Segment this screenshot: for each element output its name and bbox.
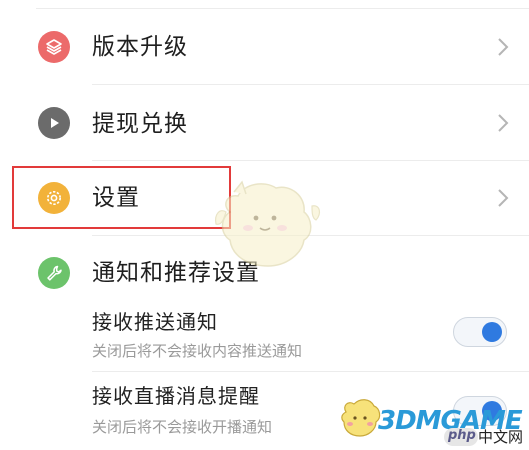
chevron-right-icon — [498, 38, 509, 56]
menu-item-label: 版本升级 — [92, 34, 188, 60]
setting-push-notification: 接收推送通知 关闭后将不会接收内容推送通知 — [0, 300, 529, 370]
chevron-right-icon — [498, 114, 509, 132]
menu-item-label: 提现兑换 — [92, 111, 188, 137]
menu-item-withdraw-exchange[interactable]: 提现兑换 — [0, 86, 529, 160]
setting-title: 接收直播消息提醒 — [92, 384, 260, 408]
play-icon — [38, 107, 70, 139]
menu-item-version-upgrade[interactable]: 版本升级 — [0, 10, 529, 84]
setting-description: 关闭后将不会接收开播通知 — [92, 418, 273, 436]
wrench-icon — [38, 257, 70, 289]
watermark-site: 中文网 — [478, 428, 524, 446]
layers-icon — [38, 31, 70, 63]
setting-description: 关闭后将不会接收内容推送通知 — [92, 342, 303, 360]
divider — [92, 371, 529, 372]
settings-highlight-box — [12, 166, 231, 229]
mascot-watermark — [215, 180, 321, 267]
toggle-knob — [482, 322, 502, 342]
divider — [92, 84, 529, 85]
divider — [92, 160, 529, 161]
push-notification-toggle[interactable] — [453, 317, 507, 347]
chevron-right-icon — [498, 189, 509, 207]
setting-title: 接收推送通知 — [92, 310, 218, 334]
mascot-small-icon — [341, 399, 381, 437]
top-divider — [36, 8, 529, 9]
watermark-php: php — [448, 428, 476, 443]
